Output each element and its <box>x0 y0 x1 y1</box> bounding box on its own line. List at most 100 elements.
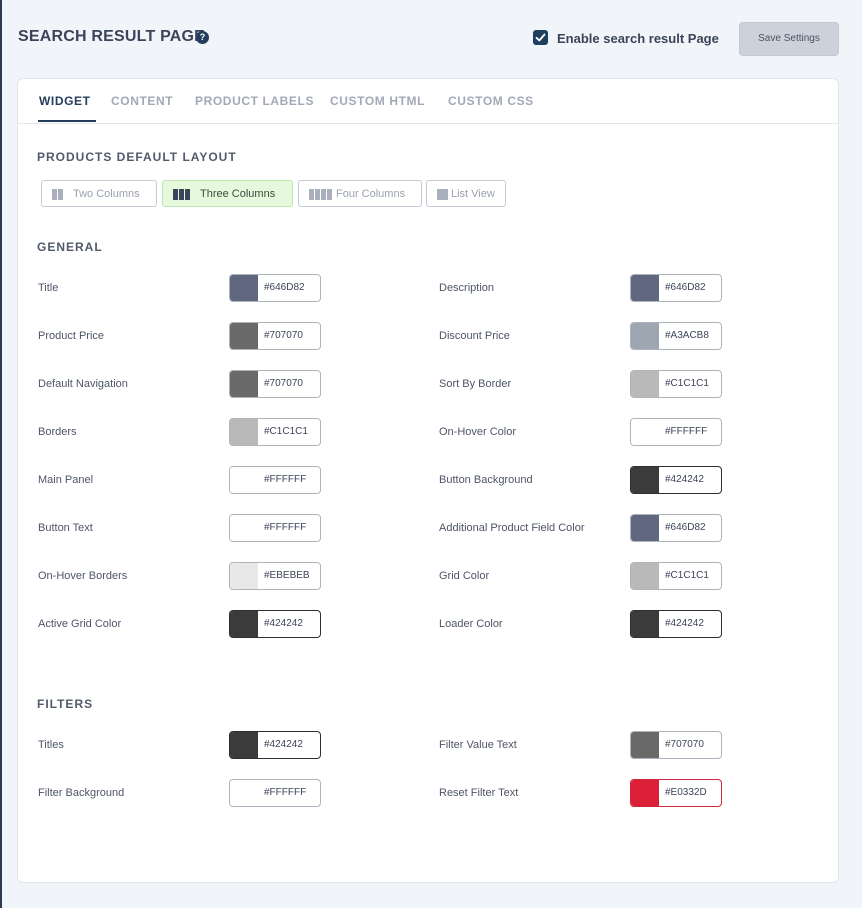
loader-color-color-picker[interactable]: #424242 <box>630 610 722 638</box>
color-hex-input[interactable]: #424242 <box>264 739 303 750</box>
color-swatch[interactable] <box>230 275 258 301</box>
discount-price-label: Discount Price <box>439 330 510 342</box>
tab-custom-css[interactable]: CUSTOM CSS <box>448 94 534 108</box>
description-label: Description <box>439 282 495 294</box>
color-swatch[interactable] <box>230 323 258 349</box>
two-columns-icon <box>52 189 63 200</box>
color-swatch[interactable] <box>631 732 659 758</box>
grid-color-color-picker[interactable]: #C1C1C1 <box>630 562 722 590</box>
color-hex-input[interactable]: #707070 <box>264 378 303 389</box>
borders-label: Borders <box>38 426 77 438</box>
color-swatch[interactable] <box>631 323 659 349</box>
color-swatch[interactable] <box>631 563 659 589</box>
product-price-label: Product Price <box>38 330 105 342</box>
main-panel-label: Main Panel <box>38 474 94 486</box>
main-panel-color-picker[interactable]: #FFFFFF <box>229 466 321 494</box>
layout-three-columns-button[interactable]: Three Columns <box>162 180 293 207</box>
color-hex-input[interactable]: #FFFFFF <box>665 426 707 437</box>
product-price-color-picker[interactable]: #707070 <box>229 322 321 350</box>
color-hex-input[interactable]: #646D82 <box>264 282 305 293</box>
on-hover-color-label: On-Hover Color <box>439 426 517 438</box>
color-swatch[interactable] <box>230 611 258 637</box>
on-hover-borders-color-picker[interactable]: #EBEBEB <box>229 562 321 590</box>
settings-card: WIDGET CONTENT PRODUCT LABELS CUSTOM HTM… <box>17 78 839 883</box>
layout-option-label: Three Columns <box>200 188 276 200</box>
reset-filter-text-color-picker[interactable]: #E0332D <box>630 779 722 807</box>
color-swatch[interactable] <box>631 515 659 541</box>
color-hex-input[interactable]: #424242 <box>665 618 704 629</box>
reset-filter-text-label: Reset Filter Text <box>439 787 519 799</box>
color-swatch[interactable] <box>631 371 659 397</box>
filter-value-text-color-picker[interactable]: #707070 <box>630 731 722 759</box>
layout-list-view-button[interactable]: List View <box>426 180 506 207</box>
page-header: SEARCH RESULT PAGE ? Enable search resul… <box>2 0 862 78</box>
page-title: SEARCH RESULT PAGE <box>18 28 206 45</box>
filter-value-text-label: Filter Value Text <box>439 739 517 751</box>
color-swatch[interactable] <box>631 467 659 493</box>
checkmark-icon <box>535 33 546 42</box>
tab-content[interactable]: CONTENT <box>111 94 173 108</box>
color-hex-input[interactable]: #C1C1C1 <box>665 570 709 581</box>
color-hex-input[interactable]: #646D82 <box>665 522 706 533</box>
color-hex-input[interactable]: #424242 <box>665 474 704 485</box>
filter-background-label: Filter Background <box>38 787 125 799</box>
color-hex-input[interactable]: #FFFFFF <box>264 787 306 798</box>
description-color-picker[interactable]: #646D82 <box>630 274 722 302</box>
color-swatch[interactable] <box>631 419 659 445</box>
color-swatch[interactable] <box>230 419 258 445</box>
borders-color-picker[interactable]: #C1C1C1 <box>229 418 321 446</box>
titles-color-picker[interactable]: #424242 <box>229 731 321 759</box>
save-settings-button[interactable]: Save Settings <box>739 22 839 56</box>
color-swatch[interactable] <box>631 275 659 301</box>
tab-widget[interactable]: WIDGET <box>39 94 91 108</box>
color-hex-input[interactable]: #C1C1C1 <box>264 426 308 437</box>
list-view-icon <box>437 189 448 200</box>
tab-product-labels[interactable]: PRODUCT LABELS <box>195 94 314 108</box>
button-background-label: Button Background <box>439 474 533 486</box>
grid-color-label: Grid Color <box>439 570 490 582</box>
additional-product-field-color-color-picker[interactable]: #646D82 <box>630 514 722 542</box>
color-swatch[interactable] <box>230 515 258 541</box>
color-swatch[interactable] <box>230 371 258 397</box>
button-text-label: Button Text <box>38 522 93 534</box>
layout-option-label: Two Columns <box>73 188 140 200</box>
tab-custom-html[interactable]: CUSTOM HTML <box>330 94 425 108</box>
filter-background-color-picker[interactable]: #FFFFFF <box>229 779 321 807</box>
sort-by-border-color-picker[interactable]: #C1C1C1 <box>630 370 722 398</box>
color-hex-input[interactable]: #C1C1C1 <box>665 378 709 389</box>
on-hover-color-color-picker[interactable]: #FFFFFF <box>630 418 722 446</box>
active-grid-color-color-picker[interactable]: #424242 <box>229 610 321 638</box>
filters-heading: FILTERS <box>37 697 94 711</box>
color-hex-input[interactable]: #FFFFFF <box>264 522 306 533</box>
enable-label: Enable search result Page <box>557 31 719 46</box>
layout-option-label: Four Columns <box>336 188 406 200</box>
default-navigation-label: Default Navigation <box>38 378 128 390</box>
general-heading: GENERAL <box>37 240 103 254</box>
color-hex-input[interactable]: #FFFFFF <box>264 474 306 485</box>
color-hex-input[interactable]: #707070 <box>264 330 303 341</box>
color-swatch[interactable] <box>230 563 258 589</box>
color-swatch[interactable] <box>631 780 659 806</box>
enable-checkbox[interactable] <box>533 30 548 45</box>
button-background-color-picker[interactable]: #424242 <box>630 466 722 494</box>
color-hex-input[interactable]: #707070 <box>665 739 704 750</box>
button-text-color-picker[interactable]: #FFFFFF <box>229 514 321 542</box>
layout-two-columns-button[interactable]: Two Columns <box>41 180 157 207</box>
three-columns-icon <box>173 189 190 200</box>
color-hex-input[interactable]: #E0332D <box>665 787 707 798</box>
color-hex-input[interactable]: #EBEBEB <box>264 570 310 581</box>
color-hex-input[interactable]: #A3ACB8 <box>665 330 709 341</box>
color-swatch[interactable] <box>230 467 258 493</box>
color-swatch[interactable] <box>631 611 659 637</box>
on-hover-borders-label: On-Hover Borders <box>38 570 128 582</box>
color-swatch[interactable] <box>230 732 258 758</box>
layout-four-columns-button[interactable]: Four Columns <box>298 180 422 207</box>
default-navigation-color-picker[interactable]: #707070 <box>229 370 321 398</box>
color-hex-input[interactable]: #424242 <box>264 618 303 629</box>
question-circle-icon[interactable]: ? <box>196 31 209 44</box>
active-tab-indicator <box>38 120 96 122</box>
discount-price-color-picker[interactable]: #A3ACB8 <box>630 322 722 350</box>
color-swatch[interactable] <box>230 780 258 806</box>
color-hex-input[interactable]: #646D82 <box>665 282 706 293</box>
title-color-picker[interactable]: #646D82 <box>229 274 321 302</box>
